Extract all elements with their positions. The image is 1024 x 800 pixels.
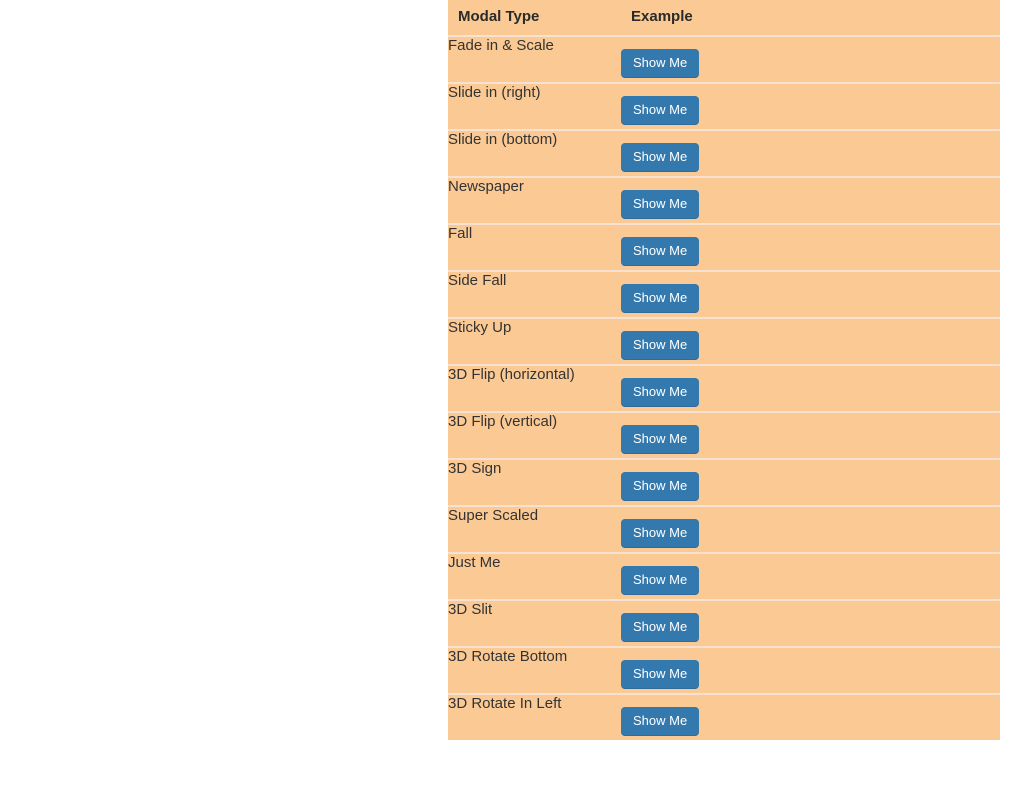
- example-cell: Show Me: [621, 82, 1000, 130]
- modal-type-label: Newspaper: [448, 176, 621, 224]
- column-header-example: Example: [621, 0, 1000, 37]
- modal-type-label: Just Me: [448, 552, 621, 600]
- example-cell: Show Me: [621, 129, 1000, 177]
- table-header: Modal Type Example: [448, 0, 1000, 37]
- show-me-button[interactable]: Show Me: [621, 331, 700, 359]
- example-cell: Show Me: [621, 270, 1000, 318]
- example-cell: Show Me: [621, 599, 1000, 647]
- show-me-button[interactable]: Show Me: [621, 613, 700, 641]
- show-me-button[interactable]: Show Me: [621, 378, 700, 406]
- modal-type-label: Slide in (right): [448, 82, 621, 130]
- table-row: Slide in (bottom) Show Me: [448, 129, 1000, 177]
- modal-type-label: Fall: [448, 223, 621, 271]
- show-me-button[interactable]: Show Me: [621, 143, 700, 171]
- modal-type-label: Fade in & Scale: [448, 35, 621, 83]
- show-me-button[interactable]: Show Me: [621, 566, 700, 594]
- show-me-button[interactable]: Show Me: [621, 237, 700, 265]
- table-row: 3D Flip (vertical) Show Me: [448, 411, 1000, 459]
- modal-type-label: 3D Rotate In Left: [448, 693, 621, 740]
- table-row: 3D Sign Show Me: [448, 458, 1000, 506]
- show-me-button[interactable]: Show Me: [621, 96, 700, 124]
- example-cell: Show Me: [621, 364, 1000, 412]
- show-me-button[interactable]: Show Me: [621, 284, 700, 312]
- table-row: Newspaper Show Me: [448, 176, 1000, 224]
- table-body: Fade in & Scale Show Me Slide in (right) Sh…: [448, 35, 1000, 740]
- show-me-button[interactable]: Show Me: [621, 190, 700, 218]
- modal-type-label: 3D Slit: [448, 599, 621, 647]
- modal-type-label: 3D Rotate Bottom: [448, 646, 621, 694]
- table-row: Fade in & Scale Show Me: [448, 35, 1000, 83]
- example-cell: Show Me: [621, 411, 1000, 459]
- table-row: 3D Flip (horizontal) Show Me: [448, 364, 1000, 412]
- table-row: 3D Rotate In Left Show Me: [448, 693, 1000, 740]
- show-me-button[interactable]: Show Me: [621, 472, 700, 500]
- modal-type-label: Side Fall: [448, 270, 621, 318]
- example-cell: Show Me: [621, 458, 1000, 506]
- modal-type-label: 3D Flip (horizontal): [448, 364, 621, 412]
- table-row: Side Fall Show Me: [448, 270, 1000, 318]
- modal-type-label: 3D Sign: [448, 458, 621, 506]
- show-me-button[interactable]: Show Me: [621, 425, 700, 453]
- table-row: 3D Rotate Bottom Show Me: [448, 646, 1000, 694]
- page-root: Modal Type Example Fade in & Scale Show M…: [0, 0, 1024, 800]
- show-me-button[interactable]: Show Me: [621, 707, 700, 735]
- modal-type-label: Slide in (bottom): [448, 129, 621, 177]
- modal-type-label: Super Scaled: [448, 505, 621, 553]
- example-cell: Show Me: [621, 223, 1000, 271]
- example-cell: Show Me: [621, 35, 1000, 83]
- show-me-button[interactable]: Show Me: [621, 660, 700, 688]
- example-cell: Show Me: [621, 552, 1000, 600]
- table-row: Fall Show Me: [448, 223, 1000, 271]
- modal-types-table: Modal Type Example Fade in & Scale Show M…: [448, 0, 1000, 740]
- table-row: Super Scaled Show Me: [448, 505, 1000, 553]
- table-row: Sticky Up Show Me: [448, 317, 1000, 365]
- table-row: Slide in (right) Show Me: [448, 82, 1000, 130]
- example-cell: Show Me: [621, 646, 1000, 694]
- modal-type-label: 3D Flip (vertical): [448, 411, 621, 459]
- example-cell: Show Me: [621, 693, 1000, 740]
- modal-types-table-container: Modal Type Example Fade in & Scale Show M…: [448, 0, 1000, 740]
- example-cell: Show Me: [621, 176, 1000, 224]
- show-me-button[interactable]: Show Me: [621, 49, 700, 77]
- modal-type-label: Sticky Up: [448, 317, 621, 365]
- table-header-row: Modal Type Example: [448, 0, 1000, 37]
- example-cell: Show Me: [621, 505, 1000, 553]
- show-me-button[interactable]: Show Me: [621, 519, 700, 547]
- column-header-modal-type: Modal Type: [448, 0, 621, 37]
- table-row: 3D Slit Show Me: [448, 599, 1000, 647]
- example-cell: Show Me: [621, 317, 1000, 365]
- table-row: Just Me Show Me: [448, 552, 1000, 600]
